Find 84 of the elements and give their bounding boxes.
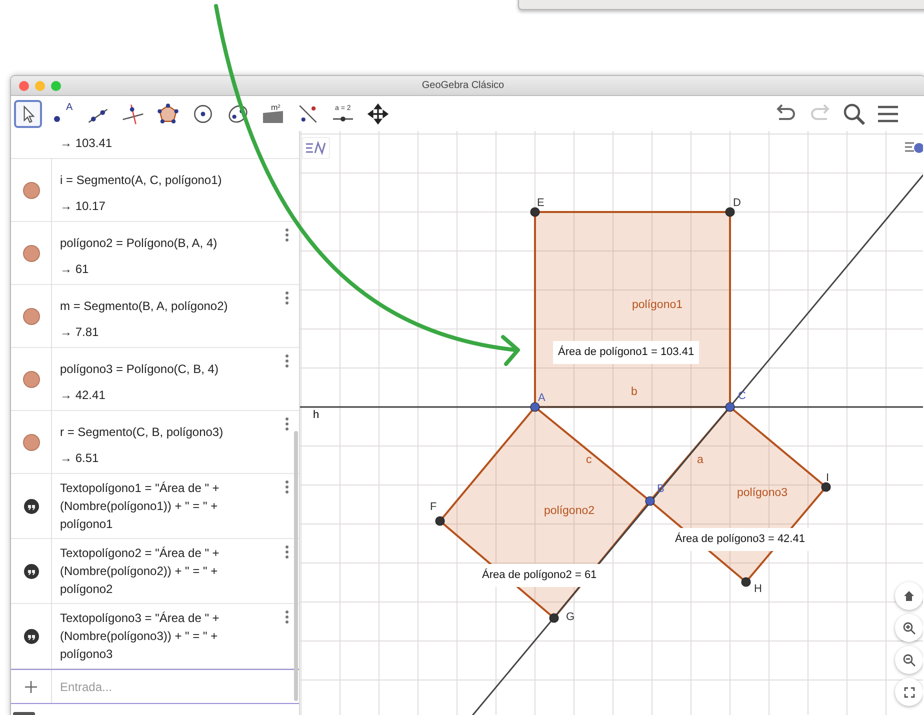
algebra-item[interactable]: polígono3 = Polígono(C, B, 4) → 42.41 xyxy=(11,348,299,411)
pointer-tool[interactable] xyxy=(14,100,42,128)
point-label: F xyxy=(430,501,437,513)
fullscreen-button[interactable] xyxy=(895,678,923,706)
move-arrows-icon xyxy=(366,100,390,126)
algebra-definition: Textopolígono3 = "Área de " + (Nombre(polígono3)) + " = " + polígono3 xyxy=(60,610,220,663)
point-tool[interactable]: A xyxy=(49,100,77,128)
polygon-label: polígono2 xyxy=(544,505,595,517)
point[interactable] xyxy=(435,516,445,526)
polygon-label: polígono1 xyxy=(632,299,683,311)
point-label: I xyxy=(826,472,830,484)
point-label: D xyxy=(733,197,741,209)
more-icon[interactable] xyxy=(285,291,289,305)
point-label: A xyxy=(538,392,546,404)
more-icon[interactable] xyxy=(285,480,289,494)
visibility-dot-icon[interactable] xyxy=(22,434,40,450)
algebra-item[interactable]: i = Segmento(A, C, polígono1) → 10.17 xyxy=(11,159,299,222)
algebra-value: → 103.41 xyxy=(60,135,114,152)
slider-icon xyxy=(333,116,353,122)
algebra-value: → 42.41 xyxy=(60,387,106,404)
search-icon[interactable] xyxy=(842,102,866,126)
area-text[interactable]: Área de polígono1 = 103.41 xyxy=(553,341,700,364)
point-icon xyxy=(54,116,60,122)
algebra-definition: r = Segmento(C, B, polígono3) xyxy=(60,424,224,441)
point[interactable] xyxy=(725,207,735,217)
segment-label: c xyxy=(586,454,592,466)
window-title: GeoGebra Clásico xyxy=(420,80,506,91)
point[interactable] xyxy=(741,577,751,587)
zoom-in-button[interactable] xyxy=(895,614,923,642)
quote-icon[interactable] xyxy=(24,564,38,578)
more-icon[interactable] xyxy=(285,354,289,368)
algebra-value: → 7.81 xyxy=(60,324,100,341)
point-label: G xyxy=(566,611,575,623)
scrollbar[interactable] xyxy=(294,431,298,701)
more-icon[interactable] xyxy=(285,545,289,559)
quote-icon[interactable] xyxy=(24,628,38,644)
point[interactable] xyxy=(549,613,559,623)
point[interactable] xyxy=(725,402,735,412)
algebra-item[interactable]: m = Segmento(B, A, polígono2) → 7.81 xyxy=(11,285,299,348)
point[interactable] xyxy=(645,496,655,506)
segment-label: b xyxy=(631,386,638,398)
zoom-out-button[interactable] xyxy=(895,646,923,674)
point[interactable] xyxy=(530,402,540,412)
algebra-definition: i = Segmento(A, C, polígono1) xyxy=(60,172,223,189)
fullscreen-icon xyxy=(904,686,914,698)
visibility-dot-icon[interactable] xyxy=(22,182,40,198)
polygon-icon xyxy=(156,100,180,126)
algebra-item[interactable]: polígono2 = Polígono(B, A, 4) → 61 xyxy=(11,222,299,285)
more-icon[interactable] xyxy=(285,417,289,431)
line-h[interactable] xyxy=(300,406,923,408)
more-icon[interactable] xyxy=(285,610,289,624)
visibility-dot-icon[interactable] xyxy=(22,244,40,262)
algebra-definition: polígono3 = Polígono(C, B, 4) xyxy=(60,361,220,378)
algebra-value: → 61 xyxy=(60,261,90,278)
polygon-label: polígono3 xyxy=(737,487,788,499)
algebra-definition: Textopolígono1 = "Área de " + (Nombre(polígono1)) + " = " + polígono1 xyxy=(60,480,220,533)
point-label: C xyxy=(738,390,746,402)
segment-label: a xyxy=(697,454,704,466)
visibility-dot-icon[interactable] xyxy=(22,370,40,388)
square-polygon[interactable] xyxy=(534,211,731,408)
point[interactable] xyxy=(530,207,540,217)
add-icon[interactable] xyxy=(25,680,37,692)
home-button[interactable] xyxy=(895,582,923,610)
measure-tool[interactable]: m² xyxy=(259,100,287,128)
quote-icon[interactable] xyxy=(24,498,38,514)
point-label: H xyxy=(754,583,762,595)
algebra-item[interactable]: → 103.41 xyxy=(11,131,299,159)
algebra-definition: m = Segmento(B, A, polígono2) xyxy=(60,298,229,315)
algebra-definition: polígono2 = Polígono(B, A, 4) xyxy=(60,235,218,252)
algebra-value: → 6.51 xyxy=(60,450,100,467)
home-icon xyxy=(903,590,915,602)
line[interactable] xyxy=(471,174,923,715)
point-label: B xyxy=(657,483,664,495)
zoom-out-icon xyxy=(902,654,916,666)
zoom-in-icon xyxy=(902,622,916,634)
point-label: E xyxy=(537,197,544,209)
point[interactable] xyxy=(821,482,831,492)
measure-icon xyxy=(263,110,283,122)
line-label: h xyxy=(313,409,320,421)
more-icon[interactable] xyxy=(285,228,289,242)
stylebar-toggle-icon[interactable] xyxy=(302,137,330,159)
algebra-definition: Textopolígono2 = "Área de " + (Nombre(polígono2)) + " = " + polígono2 xyxy=(60,545,220,598)
visibility-dot-icon[interactable] xyxy=(22,308,40,324)
algebra-value: → 10.17 xyxy=(60,198,106,215)
